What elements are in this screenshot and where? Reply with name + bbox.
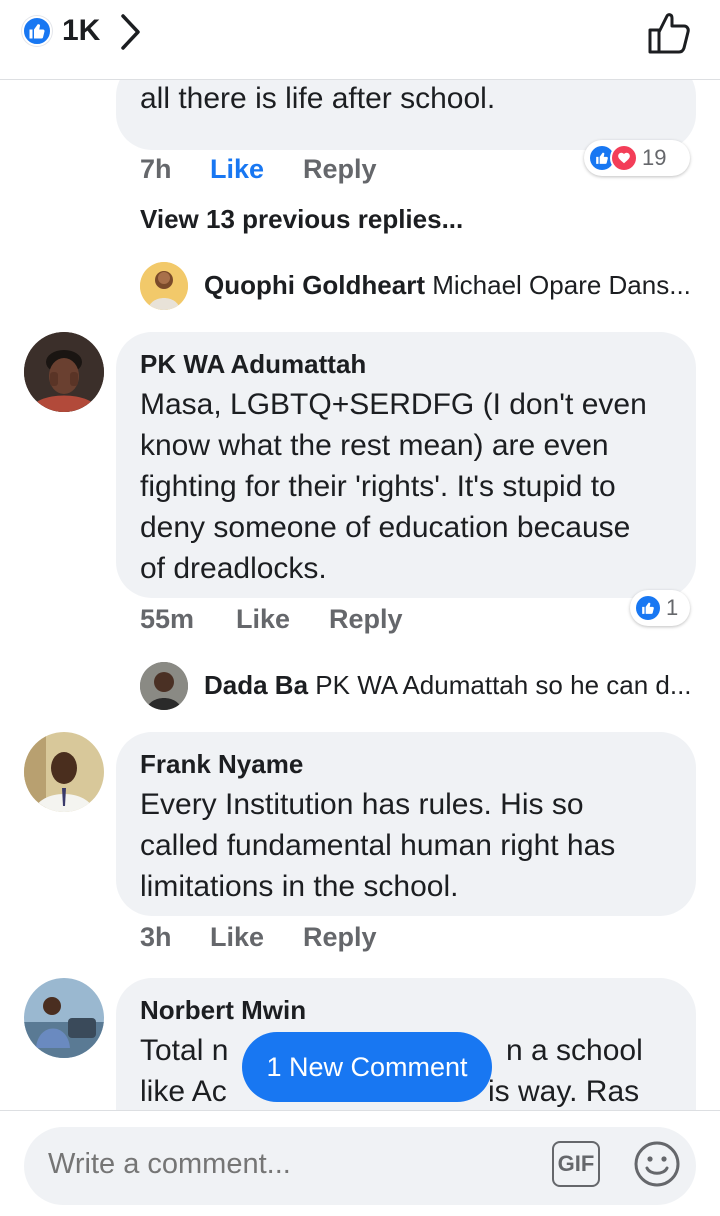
avatar[interactable] — [140, 662, 188, 710]
comment-text-fragment: is way. Ras — [488, 1075, 640, 1108]
comments-list[interactable]: Rome do what the romans do after all the… — [0, 80, 720, 1110]
avatar[interactable] — [24, 732, 104, 812]
comment-bubble[interactable]: Frank Nyame Every Institution has rules.… — [116, 732, 696, 916]
like-button[interactable]: Like — [210, 922, 264, 953]
avatar-image — [140, 262, 188, 310]
emoji-icon[interactable] — [632, 1139, 682, 1194]
comment-input[interactable] — [48, 1148, 528, 1181]
reply-text: Michael Opare Dans... — [432, 270, 691, 300]
comment-line: fighting for their 'rights'. It's stupid… — [140, 470, 616, 503]
reply-button[interactable]: Reply — [303, 154, 377, 185]
avatar[interactable] — [140, 262, 188, 310]
avatar[interactable] — [24, 332, 104, 412]
comment-text-fragment: like Ac — [140, 1075, 227, 1108]
comment-author[interactable]: PK WA Adumattah — [140, 348, 366, 380]
comment-author[interactable]: Frank Nyame — [140, 748, 303, 780]
like-button[interactable]: Like — [210, 154, 264, 185]
reaction-count: 19 — [642, 145, 667, 170]
comment-time: 55m — [140, 604, 195, 634]
like-reaction-icon — [634, 594, 662, 622]
comment-line: limitations in the school. — [140, 870, 459, 903]
reply-text: PK WA Adumattah so he can d... — [315, 670, 692, 700]
avatar-image — [24, 332, 104, 412]
chevron-right-icon[interactable] — [118, 10, 144, 59]
gif-button[interactable]: GIF — [552, 1141, 600, 1187]
avatar-image — [24, 732, 104, 812]
reply-preview[interactable]: Dada Ba PK WA Adumattah so he can d... — [204, 670, 692, 701]
comment-time: 7h — [140, 154, 172, 184]
reply-author: Dada Ba — [204, 670, 309, 700]
comment-bubble[interactable]: PK WA Adumattah Masa, LGBTQ+SERDFG (I do… — [116, 332, 696, 598]
view-previous-replies[interactable]: View 13 previous replies... — [140, 204, 463, 235]
reply-author: Quophi Goldheart — [204, 270, 425, 300]
new-comment-button[interactable]: 1 New Comment — [242, 1032, 492, 1102]
comment-line: know what the rest mean) are even — [140, 429, 609, 462]
reply-button[interactable]: Reply — [329, 604, 403, 635]
reply-button[interactable]: Reply — [303, 922, 377, 953]
thumbs-up-outline-icon[interactable] — [646, 10, 692, 61]
like-button[interactable]: Like — [236, 604, 290, 635]
avatar-image — [24, 978, 104, 1058]
comment-time: 3h — [140, 922, 172, 952]
comment-text-fragment: Total n — [140, 1034, 229, 1067]
reaction-count: 1 — [666, 595, 679, 620]
love-reaction-icon — [610, 144, 638, 172]
reactions-header: 1K — [0, 0, 720, 80]
comment-line: called fundamental human right has — [140, 829, 616, 862]
comment-composer: GIF — [0, 1110, 720, 1216]
comment-text: Every Institution has rules. His so call… — [140, 784, 615, 907]
comment-author[interactable]: Norbert Mwin — [140, 994, 306, 1026]
comment-line: deny someone of education because — [140, 511, 631, 544]
comment-text: all there is life after school. — [140, 82, 496, 115]
comment-line: Masa, LGBTQ+SERDFG (I don't even — [140, 388, 647, 421]
reaction-total[interactable]: 1K — [62, 14, 100, 48]
like-badge-icon[interactable] — [22, 16, 52, 46]
avatar[interactable] — [24, 978, 104, 1058]
comment-text: Masa, LGBTQ+SERDFG (I don't even know wh… — [140, 384, 647, 589]
reactions-summary[interactable]: 19 — [584, 140, 690, 176]
avatar-image — [140, 662, 188, 710]
comment-line: Every Institution has rules. His so — [140, 788, 584, 821]
comment-text-fragment: n a school — [506, 1034, 643, 1067]
comment-line: of dreadlocks. — [140, 552, 327, 585]
reactions-summary[interactable]: 1 — [630, 590, 690, 626]
comment-input-box[interactable]: GIF — [24, 1127, 696, 1205]
reply-preview[interactable]: Quophi Goldheart Michael Opare Dans... — [204, 270, 691, 301]
